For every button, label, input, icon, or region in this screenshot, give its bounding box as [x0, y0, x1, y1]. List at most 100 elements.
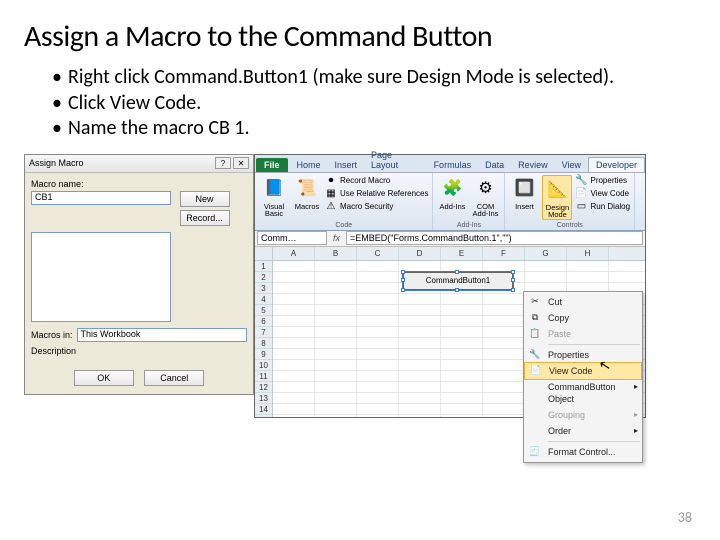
col-header[interactable]: C [357, 247, 399, 260]
new-button[interactable]: New [180, 191, 230, 207]
visual-basic-button[interactable]: 📘Visual Basic [259, 175, 289, 218]
menu-order[interactable]: Order▸ [524, 423, 642, 439]
visual-basic-icon: 📘 [262, 177, 286, 201]
row-header[interactable]: 14 [255, 404, 272, 415]
name-box[interactable]: Comm… [257, 231, 327, 245]
resize-handle[interactable] [511, 270, 515, 274]
dialog-title: Assign Macro [29, 158, 213, 168]
submenu-arrow-icon: ▸ [634, 381, 638, 393]
properties-button[interactable]: 🔧Properties [575, 175, 630, 187]
tab-data[interactable]: Data [478, 158, 511, 172]
row-header[interactable]: 10 [255, 360, 272, 371]
row-header[interactable]: 12 [255, 382, 272, 393]
menu-commandbutton-object[interactable]: CommandButton Object▸ [524, 379, 642, 407]
design-mode-button[interactable]: 📐Design Mode [542, 175, 572, 220]
relative-refs-button[interactable]: ▦Use Relative References [325, 188, 428, 200]
menu-paste: 📋Paste [524, 326, 642, 342]
macros-in-label: Macros in: [31, 330, 73, 340]
ribbon: 📘Visual Basic 📜 Macros ⏺Record Macro ▦Use… [255, 173, 645, 231]
formula-input[interactable]: =EMBED("Forms.CommandButton.1","") [346, 231, 643, 245]
tab-home[interactable]: Home [290, 158, 328, 172]
addins-button[interactable]: 🧩Add-Ins [437, 175, 467, 211]
menu-properties[interactable]: 🔧Properties [524, 347, 642, 363]
col-header[interactable]: G [525, 247, 567, 260]
row-header[interactable]: 8 [255, 338, 272, 349]
col-header[interactable]: B [315, 247, 357, 260]
resize-handle[interactable] [511, 288, 515, 292]
row-header[interactable]: 7 [255, 327, 272, 338]
menu-format-control[interactable]: 🧾Format Control... [524, 444, 642, 460]
cells-grid[interactable]: CommandButton1 ✂Cut ⧉Copy 📋Paste 🔧Proper… [273, 261, 645, 417]
resize-handle[interactable] [455, 288, 459, 292]
macro-security-button[interactable]: ⚠Macro Security [325, 201, 428, 213]
tab-formulas[interactable]: Formulas [427, 158, 479, 172]
tab-view[interactable]: View [555, 158, 588, 172]
cut-icon: ✂ [528, 295, 542, 307]
grid-icon: ▦ [325, 188, 337, 200]
copy-icon: ⧉ [528, 311, 542, 323]
tab-developer[interactable]: Developer [588, 157, 645, 172]
row-header[interactable]: 6 [255, 316, 272, 327]
menu-view-code[interactable]: 📄View Code [524, 362, 642, 380]
command-button-control[interactable]: CommandButton1 [403, 272, 513, 290]
close-button[interactable]: ✕ [233, 157, 249, 169]
col-header[interactable]: E [441, 247, 483, 260]
row-header[interactable]: 4 [255, 294, 272, 305]
cancel-button[interactable]: Cancel [144, 370, 204, 386]
row-header[interactable]: 5 [255, 305, 272, 316]
tab-insert[interactable]: Insert [328, 158, 365, 172]
fx-icon[interactable]: fx [329, 233, 344, 243]
com-icon: ⚙ [473, 177, 497, 201]
run-dialog-button[interactable]: ▭Run Dialog [575, 201, 630, 213]
ok-button[interactable]: OK [74, 370, 134, 386]
bullet-item: Name the macro CB 1. [52, 116, 696, 142]
paste-icon: 📋 [528, 327, 542, 339]
resize-handle[interactable] [455, 270, 459, 274]
group-addins-label: Add-Ins [437, 221, 500, 229]
macros-in-select[interactable]: This Workbook [77, 328, 247, 342]
ribbon-group-addins: 🧩Add-Ins ⚙ COM Add-Ins Add-Ins [433, 173, 505, 230]
sheet-area: 1 2 3 4 5 6 7 8 9 10 11 12 13 14 [255, 247, 645, 417]
bullet-item: Click View Code. [52, 91, 696, 117]
col-header[interactable]: D [399, 247, 441, 260]
help-button[interactable]: ? [215, 157, 231, 169]
row-header[interactable]: 2 [255, 272, 272, 283]
group-controls-label: Controls [509, 221, 630, 229]
macro-name-input[interactable]: CB1 [31, 191, 171, 205]
macros-label: Macros [295, 203, 320, 211]
insert-control-button[interactable]: 🔲Insert [509, 175, 539, 211]
record-macro-button[interactable]: ⏺Record Macro [325, 175, 428, 187]
row-header[interactable]: 11 [255, 371, 272, 382]
macro-list[interactable] [31, 232, 171, 322]
row-header[interactable]: 9 [255, 349, 272, 360]
resize-handle[interactable] [401, 278, 405, 282]
tab-file[interactable]: File [256, 158, 288, 172]
shield-icon: ⚠ [325, 201, 337, 213]
row-header[interactable]: 1 [255, 261, 272, 272]
resize-handle[interactable] [511, 278, 515, 282]
row-header[interactable]: 13 [255, 393, 272, 404]
resize-handle[interactable] [401, 270, 405, 274]
resize-handle[interactable] [401, 288, 405, 292]
com-addins-button[interactable]: ⚙ COM Add-Ins [470, 175, 500, 218]
dialog-titlebar[interactable]: Assign Macro ? ✕ [25, 155, 253, 173]
tab-page-layout[interactable]: Page Layout [364, 148, 427, 172]
col-header[interactable]: F [483, 247, 525, 260]
macros-icon: 📜 [295, 177, 319, 201]
com-label: COM Add-Ins [470, 203, 500, 218]
view-code-button[interactable]: 📄View Code [575, 188, 630, 200]
col-header[interactable]: A [273, 247, 315, 260]
code-icon: 📄 [529, 364, 543, 376]
col-header[interactable]: H [567, 247, 609, 260]
bullet-item: Right click Command.Button1 (make sure D… [52, 65, 696, 91]
record-icon: ⏺ [325, 175, 337, 187]
tab-review[interactable]: Review [511, 158, 555, 172]
menu-cut[interactable]: ✂Cut [524, 294, 642, 310]
properties-icon: 🔧 [575, 175, 587, 187]
menu-copy[interactable]: ⧉Copy [524, 310, 642, 326]
record-button[interactable]: Record... [180, 210, 230, 226]
row-header[interactable]: 3 [255, 283, 272, 294]
macros-button[interactable]: 📜 Macros [292, 175, 322, 211]
bullet-list: Right click Command.Button1 (make sure D… [24, 65, 696, 142]
row-headers: 1 2 3 4 5 6 7 8 9 10 11 12 13 14 [255, 247, 273, 417]
